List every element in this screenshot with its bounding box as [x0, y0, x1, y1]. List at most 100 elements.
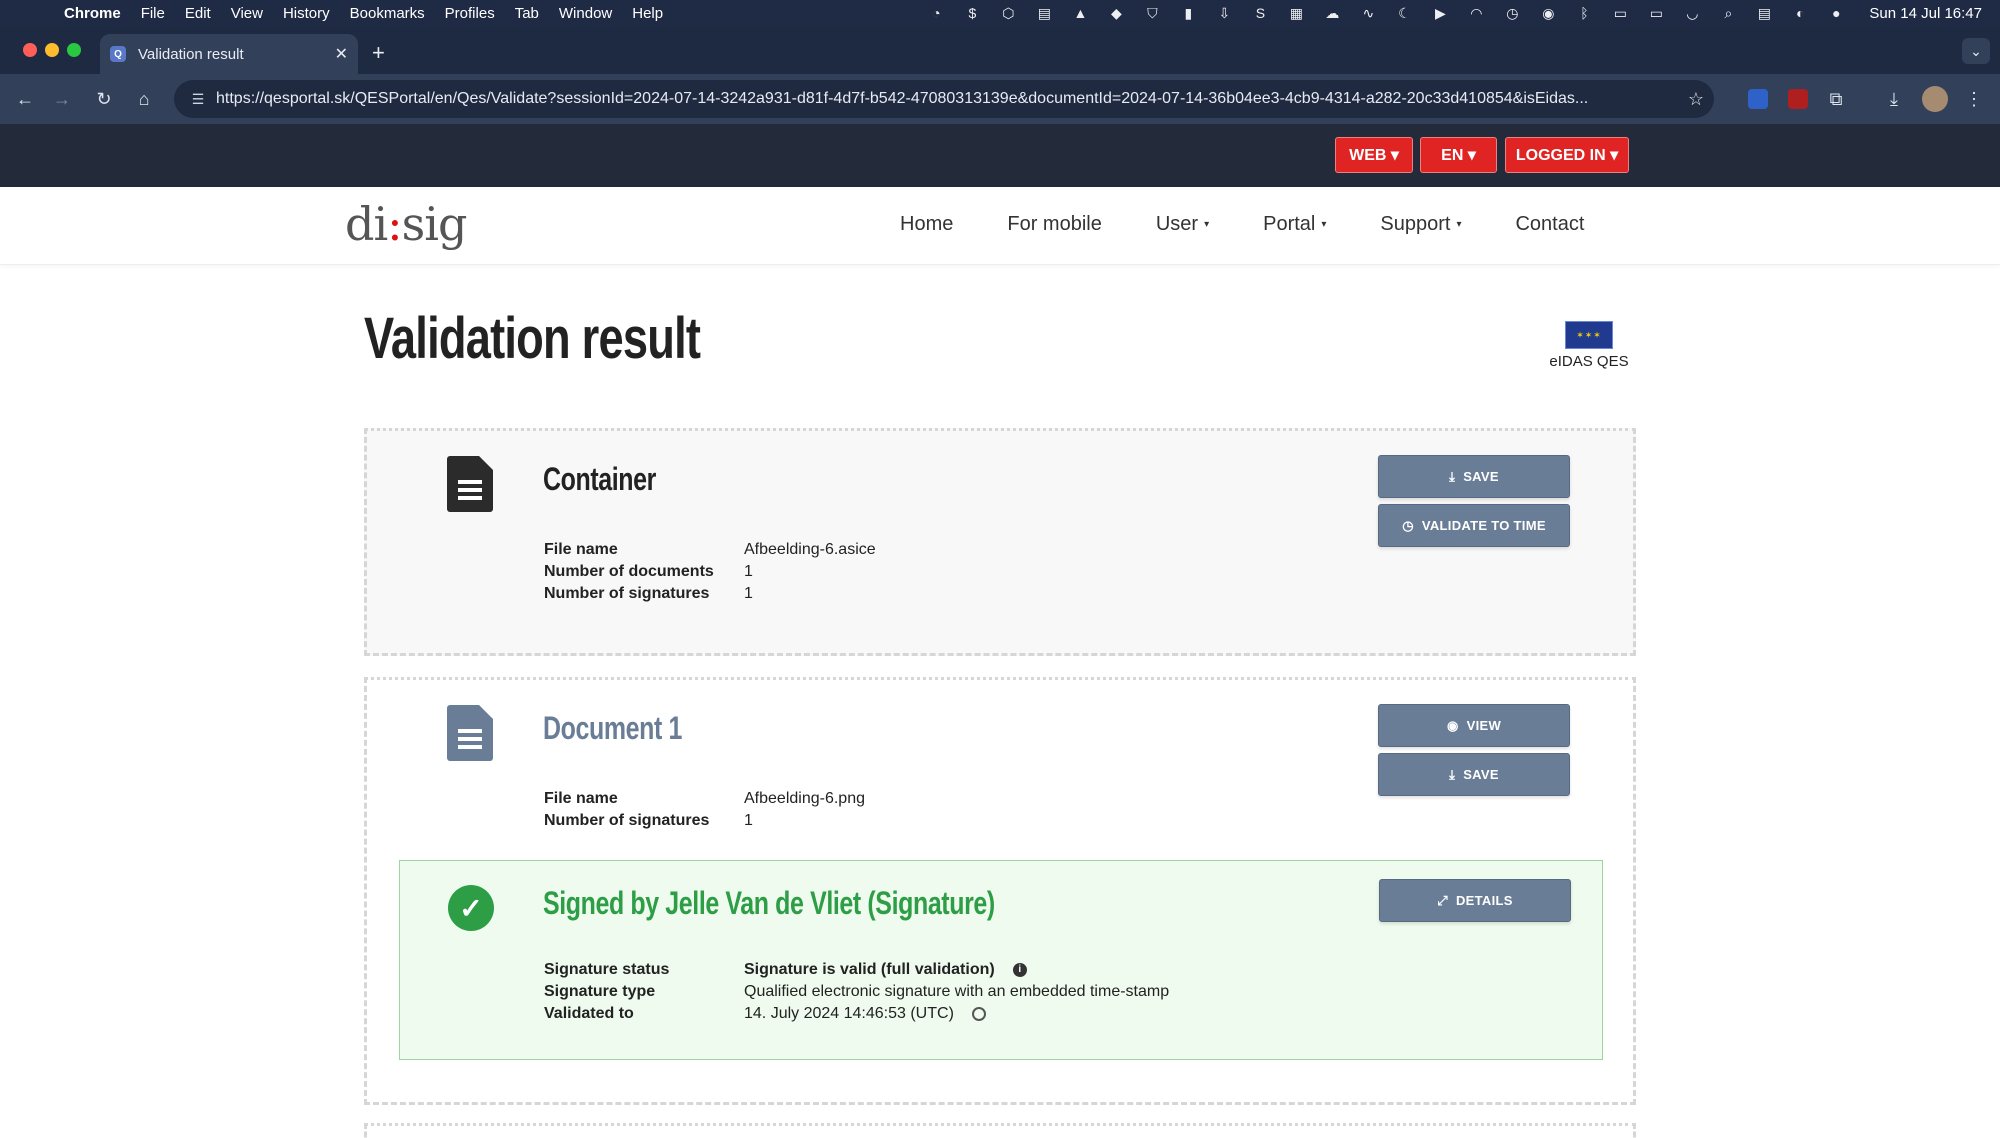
- wifi-icon[interactable]: ◡: [1681, 4, 1703, 22]
- fullscreen-window-button[interactable]: [67, 43, 81, 57]
- dollar-icon[interactable]: $: [961, 4, 983, 22]
- details-label: DETAILS: [1455, 893, 1513, 908]
- document-icon: [447, 456, 493, 512]
- nav-home[interactable]: Home: [900, 213, 953, 236]
- menu-view[interactable]: View: [231, 5, 263, 22]
- nav-for-mobile[interactable]: For mobile: [1007, 213, 1101, 236]
- document-icon: [447, 705, 493, 761]
- document-view-button[interactable]: ◉ VIEW: [1378, 704, 1570, 747]
- control-center-icon[interactable]: ◐: [1789, 4, 1811, 22]
- chrome-menu-icon[interactable]: ⋮: [1962, 87, 1986, 111]
- new-tab-button[interactable]: +: [372, 40, 385, 66]
- clock-icon[interactable]: [971, 1006, 986, 1021]
- menu-window[interactable]: Window: [559, 5, 612, 22]
- menu-help[interactable]: Help: [632, 5, 663, 22]
- profile-avatar[interactable]: [1922, 86, 1948, 112]
- search-icon[interactable]: ⌕: [1717, 4, 1739, 22]
- grid-icon[interactable]: ▦: [1285, 4, 1307, 22]
- validate-to-time-button[interactable]: ◷ VALIDATE TO TIME: [1378, 504, 1570, 547]
- details-button[interactable]: ⤢ DETAILS: [1379, 879, 1571, 922]
- browser-tab-active[interactable]: Q Validation result ✕: [100, 34, 358, 74]
- extensions-puzzle-icon[interactable]: ⧉: [1824, 87, 1848, 111]
- web-dropdown-button[interactable]: WEB ▾: [1335, 137, 1413, 173]
- menu-app-chrome[interactable]: Chrome: [64, 5, 121, 22]
- headphones-icon[interactable]: ◠: [1465, 4, 1487, 22]
- eidas-badge: ✶✶✶ eIDAS QES: [1544, 321, 1634, 370]
- tray-icon[interactable]: ⇩: [1213, 4, 1235, 22]
- reload-icon[interactable]: ↻: [92, 87, 116, 111]
- book-icon[interactable]: ▮: [1177, 4, 1199, 22]
- tab-search-button[interactable]: ⌄: [1962, 38, 1990, 64]
- keyboard-icon[interactable]: ▤: [1753, 4, 1775, 22]
- battery-icon[interactable]: ▭: [1609, 4, 1631, 22]
- chevron-down-icon: ▾: [1456, 219, 1462, 231]
- nav-support[interactable]: Support ▾: [1380, 213, 1461, 236]
- nav-support-label: Support: [1380, 213, 1451, 235]
- container-save-button[interactable]: ⤓ SAVE: [1378, 455, 1570, 498]
- minimize-window-button[interactable]: [45, 43, 59, 57]
- site-info-icon[interactable]: ☰: [180, 91, 216, 108]
- menu-profiles[interactable]: Profiles: [445, 5, 495, 22]
- disig-logo[interactable]: di:sig: [345, 197, 468, 251]
- signature-icon[interactable]: ∿: [1357, 4, 1379, 22]
- favicon-icon: Q: [110, 46, 126, 62]
- close-tab-icon[interactable]: ✕: [335, 44, 348, 64]
- menu-edit[interactable]: Edit: [185, 5, 211, 22]
- bluetooth-icon[interactable]: ᛒ: [1573, 4, 1595, 22]
- address-bar[interactable]: ☰ https://qesportal.sk/QESPortal/en/Qes/…: [174, 80, 1714, 118]
- display-icon[interactable]: ▭: [1645, 4, 1667, 22]
- back-icon[interactable]: ←: [13, 87, 37, 111]
- detail-key: File name: [544, 790, 618, 807]
- save-label: SAVE: [1463, 469, 1499, 484]
- expand-icon: ⤢: [1437, 892, 1448, 908]
- cube-icon[interactable]: ⬡: [997, 4, 1019, 22]
- menu-file[interactable]: File: [141, 5, 165, 22]
- signature-panel: ✓ Signed by Jelle Van de Vliet (Signatur…: [399, 860, 1603, 1060]
- menu-clock[interactable]: Sun 14 Jul 16:47: [1869, 5, 1982, 22]
- play-icon[interactable]: ▶: [1429, 4, 1451, 22]
- shield-icon[interactable]: ⛉: [1141, 4, 1163, 22]
- bookmark-star-icon[interactable]: ☆: [1678, 89, 1714, 110]
- downloads-icon[interactable]: ⤓: [1882, 87, 1906, 111]
- detail-key: Number of signatures: [544, 812, 710, 829]
- logo-text-right: sig: [401, 197, 468, 251]
- document-save-button[interactable]: ⤓ SAVE: [1378, 753, 1570, 796]
- nav-user[interactable]: User ▾: [1156, 213, 1209, 236]
- language-dropdown-button[interactable]: EN ▾: [1420, 137, 1497, 173]
- info-icon[interactable]: i: [1012, 962, 1027, 977]
- checkmark-icon: ✓: [448, 885, 494, 931]
- logo-colon: :: [387, 197, 402, 251]
- puzzle-icon[interactable]: ◆: [1105, 4, 1127, 22]
- detail-value: 1: [744, 585, 753, 602]
- cone-icon[interactable]: ▲: [1069, 4, 1091, 22]
- document-title[interactable]: Document 1: [543, 710, 682, 747]
- menu-history[interactable]: History: [283, 5, 330, 22]
- eidas-label: eIDAS QES: [1549, 353, 1629, 370]
- timemachine-icon[interactable]: ◷: [1501, 4, 1523, 22]
- extension-blue-icon[interactable]: [1748, 89, 1768, 109]
- nav-portal[interactable]: Portal ▾: [1263, 213, 1326, 236]
- detail-value: 1: [744, 812, 753, 829]
- menu-tab[interactable]: Tab: [515, 5, 539, 22]
- signature-title: Signed by Jelle Van de Vliet (Signature): [543, 885, 995, 921]
- logged-in-dropdown-button[interactable]: LOGGED IN ▾: [1505, 137, 1629, 173]
- moon-icon[interactable]: ☾: [1393, 4, 1415, 22]
- url-text[interactable]: https://qesportal.sk/QESPortal/en/Qes/Va…: [216, 90, 1678, 108]
- signature-status-row: Signature is valid (full validation) i: [744, 959, 1027, 981]
- siri-icon[interactable]: ●: [1825, 4, 1847, 22]
- cloud-icon[interactable]: ☁: [1321, 4, 1343, 22]
- container-title: Container: [543, 461, 656, 497]
- menu-bookmarks[interactable]: Bookmarks: [350, 5, 425, 22]
- home-icon[interactable]: ⌂: [132, 87, 156, 111]
- portal-topbar: WEB ▾ EN ▾ LOGGED IN ▾: [0, 124, 2000, 187]
- forward-icon[interactable]: →: [50, 87, 74, 111]
- nav-user-label: User: [1155, 213, 1199, 235]
- note-icon[interactable]: ▤: [1033, 4, 1055, 22]
- accessibility-icon[interactable]: ◉: [1537, 4, 1559, 22]
- nav-contact[interactable]: Contact: [1515, 213, 1584, 236]
- extension-red-icon[interactable]: [1788, 89, 1808, 109]
- main-navbar: di:sig Home For mobile User ▾ Portal ▾ Sup…: [0, 187, 2000, 265]
- s-icon[interactable]: S: [1249, 4, 1271, 22]
- stats-icon[interactable]: ◔: [925, 4, 947, 22]
- close-window-button[interactable]: [23, 43, 37, 57]
